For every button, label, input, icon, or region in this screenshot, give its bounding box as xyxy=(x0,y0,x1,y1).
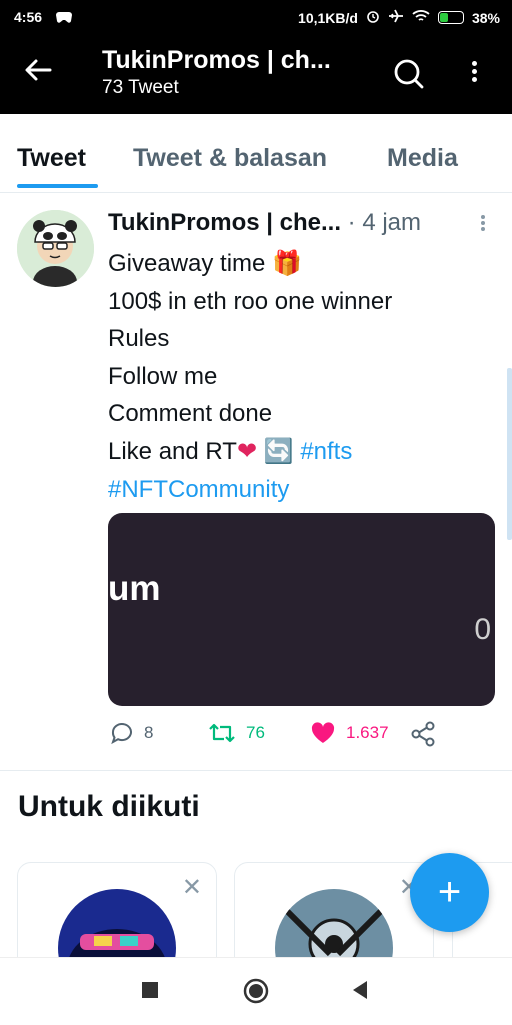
home-button[interactable] xyxy=(243,978,269,1009)
avatar[interactable] xyxy=(275,889,393,957)
tweet-line: Rules xyxy=(108,325,170,353)
avatar[interactable] xyxy=(58,889,176,957)
airplane-mode-icon xyxy=(388,9,404,26)
square-icon xyxy=(142,982,158,998)
back-button[interactable] xyxy=(22,54,58,90)
gift-emoji: 🎁 xyxy=(272,250,302,277)
tweet-author-name[interactable]: TukinPromos | che... xyxy=(108,209,341,237)
tweet-line: 100$ in eth roo one winner xyxy=(108,287,393,315)
close-icon[interactable]: ✕ xyxy=(182,873,202,902)
arrow-left-icon xyxy=(25,59,52,81)
tweet-header: TukinPromos | che... · 4 jam xyxy=(108,209,498,237)
back-nav-button[interactable] xyxy=(351,978,369,1007)
profile-tabs: Tweet Tweet & balasan Media xyxy=(0,114,512,193)
battery-icon xyxy=(437,11,464,24)
status-right: 10,1KB/d 38% xyxy=(298,9,500,26)
tweet-line: Like and RT xyxy=(108,437,237,465)
media-text: um xyxy=(108,569,161,608)
suggestions-title: Untuk diikuti xyxy=(18,790,200,823)
like-count: 1.637 xyxy=(346,723,389,742)
reply-count: 8 xyxy=(144,723,154,742)
reply-icon xyxy=(111,723,132,745)
suggestion-card[interactable]: ✕ xyxy=(234,862,434,957)
search-icon xyxy=(394,59,424,89)
tweet-actions: 8 76 1.637 xyxy=(108,721,498,751)
tweet-line: Follow me xyxy=(108,362,218,390)
tweet-media[interactable]: um 0 xyxy=(108,513,495,706)
tweet-line: Giveaway time xyxy=(108,250,266,277)
battery-percent: 38% xyxy=(471,9,500,26)
tweet[interactable]: TukinPromos | che... · 4 jam Giveaway ti… xyxy=(0,193,512,771)
tab-tweet-replies[interactable]: Tweet & balasan xyxy=(133,144,327,173)
tweet-time: 4 jam xyxy=(362,209,422,236)
tweet-text: Giveaway time 🎁 100$ in eth roo one winn… xyxy=(108,245,498,508)
compose-tweet-button[interactable]: + xyxy=(410,853,489,932)
game-controller-icon xyxy=(56,9,72,26)
search-button[interactable] xyxy=(393,58,425,95)
system-nav-bar xyxy=(0,957,512,1025)
recents-button[interactable] xyxy=(141,978,159,1007)
status-time: 4:56 xyxy=(14,9,43,25)
home-circle-icon xyxy=(243,978,269,1004)
retweet-button[interactable]: 76 xyxy=(208,721,265,745)
retweet-count: 76 xyxy=(246,723,265,742)
share-icon xyxy=(411,721,435,747)
retweet-icon xyxy=(209,723,235,743)
repeat-emoji: 🔄 xyxy=(263,437,294,465)
battery-level xyxy=(439,13,449,22)
wifi-icon xyxy=(412,9,430,26)
like-button[interactable]: 1.637 xyxy=(310,721,389,745)
profile-title: TukinPromos | ch... xyxy=(102,46,331,74)
tab-media[interactable]: Media xyxy=(387,144,458,173)
app-bar: TukinPromos | ch... 73 Tweet xyxy=(0,36,512,114)
more-vertical-icon[interactable] xyxy=(464,58,484,90)
heart-emoji: ❤ xyxy=(236,437,258,465)
reply-button[interactable]: 8 xyxy=(110,721,153,745)
tweet-more-icon[interactable] xyxy=(478,213,488,233)
status-bar: 4:56 10,1KB/d 38% xyxy=(0,0,512,36)
suggestion-card[interactable]: ✕ xyxy=(17,862,217,957)
profile-header: TukinPromos | ch... 73 Tweet xyxy=(102,46,372,99)
avatar[interactable] xyxy=(17,210,94,287)
heart-icon xyxy=(311,722,335,743)
tweet-line: Comment done xyxy=(108,400,273,428)
hashtag-link[interactable]: #NFTCommunity xyxy=(108,471,498,509)
media-text: 0 xyxy=(474,613,491,646)
network-speed: 10,1KB/d xyxy=(298,9,358,26)
tweet-separator: · xyxy=(347,209,356,236)
tab-tweet[interactable]: Tweet xyxy=(17,144,86,173)
tweet-count: 73 Tweet xyxy=(102,77,179,98)
hashtag-link[interactable]: #nfts xyxy=(300,438,352,465)
triangle-back-icon xyxy=(353,981,367,999)
scrollbar[interactable] xyxy=(507,368,512,540)
alarm-icon xyxy=(366,9,380,26)
share-button[interactable] xyxy=(410,721,436,747)
active-tab-indicator xyxy=(17,184,98,188)
